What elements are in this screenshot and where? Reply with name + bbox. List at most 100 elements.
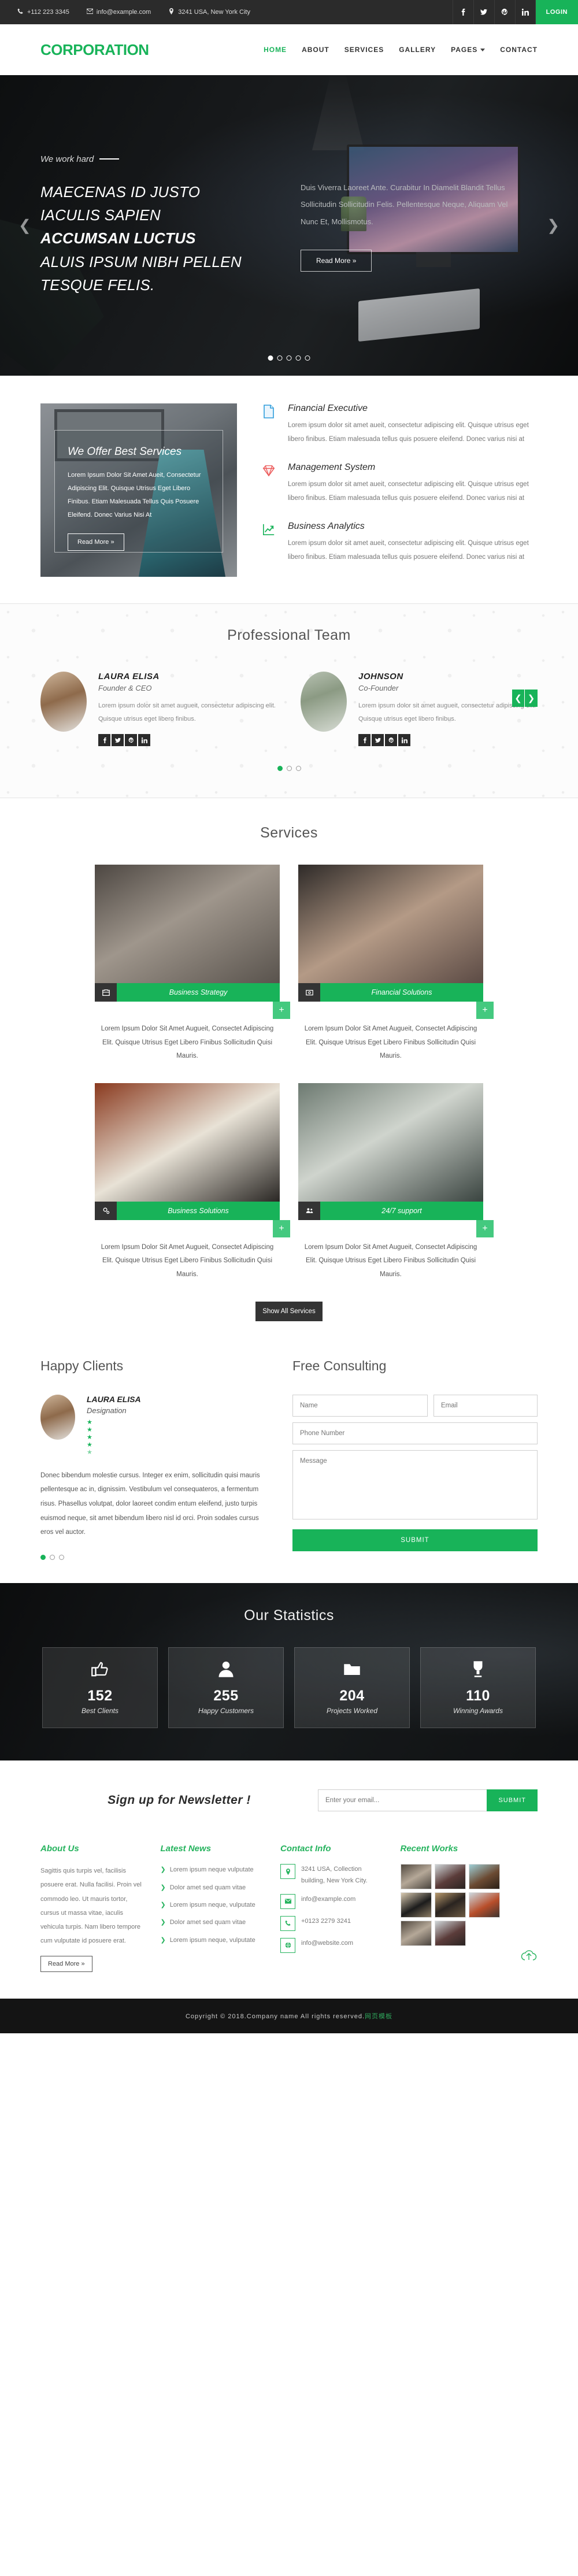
- pinterest-icon[interactable]: [125, 734, 137, 747]
- nav-label: GALLERY: [399, 46, 436, 54]
- recent-work-thumb[interactable]: [400, 1892, 432, 1918]
- footer-contact-email[interactable]: info@example.com: [280, 1893, 386, 1909]
- team-member-card: LAURA ELISA Founder & CEO Lorem ipsum do…: [40, 672, 277, 747]
- service-card-business-strategy[interactable]: Business Strategy + Lorem Ipsum Dolor Si…: [95, 865, 290, 1063]
- nav-item-about[interactable]: ABOUT: [302, 46, 329, 54]
- top-bar: +112 223 3345 info@example.com 3241 USA,…: [0, 0, 578, 24]
- hero-dot-3[interactable]: [286, 355, 292, 361]
- team-prev-button[interactable]: ❮: [512, 690, 525, 707]
- footer-contact-phone[interactable]: +0123 2279 3241: [280, 1915, 386, 1931]
- footer-news-item[interactable]: ❯ Dolor amet sed quam vitae: [161, 1882, 266, 1893]
- recent-work-thumb[interactable]: [468, 1864, 500, 1890]
- twitter-icon[interactable]: [372, 734, 384, 747]
- consulting-submit-button[interactable]: SUBMIT: [292, 1529, 538, 1551]
- services-section-title: Services: [260, 825, 318, 842]
- feature-body: Lorem ipsum dolor sit amet aueit, consec…: [288, 540, 529, 561]
- recent-work-thumb[interactable]: [434, 1921, 466, 1947]
- hero-prev-button[interactable]: ❮: [18, 217, 31, 235]
- testimonial-role: Designation: [87, 1406, 127, 1415]
- consulting-form: SUBMIT: [292, 1394, 538, 1551]
- recent-work-thumb[interactable]: [468, 1892, 500, 1918]
- feature-body: Lorem ipsum dolor sit amet aueit, consec…: [288, 481, 529, 502]
- pinterest-icon[interactable]: [494, 0, 515, 24]
- offer-read-more-button[interactable]: Read More »: [68, 533, 124, 551]
- testimonial-dot-3[interactable]: [59, 1555, 64, 1561]
- offer-title: We Offer Best Services: [68, 446, 182, 458]
- facebook-icon[interactable]: [98, 734, 110, 747]
- statistics-title: Our Statistics: [244, 1607, 334, 1624]
- login-button[interactable]: LOGIN: [535, 0, 578, 24]
- service-card-business-solutions[interactable]: Business Solutions + Lorem Ipsum Dolor S…: [95, 1083, 290, 1282]
- form-row-phone: [292, 1422, 538, 1450]
- recent-work-thumb[interactable]: [400, 1921, 432, 1947]
- hero-dot-5[interactable]: [305, 355, 310, 361]
- hero-next-button[interactable]: ❯: [547, 217, 560, 235]
- nav-item-contact[interactable]: CONTACT: [500, 46, 538, 54]
- footer-news-item[interactable]: ❯ Lorem ipsum neque vulputate: [161, 1864, 266, 1876]
- recent-work-thumb[interactable]: [400, 1864, 432, 1890]
- team-dot-2[interactable]: [286, 766, 292, 772]
- linkedin-icon[interactable]: [514, 0, 536, 24]
- team-members: LAURA ELISA Founder & CEO Lorem ipsum do…: [40, 667, 538, 747]
- testimonial-dot-1[interactable]: [40, 1555, 46, 1561]
- stat-number: 110: [466, 1688, 490, 1704]
- hero-read-more-button[interactable]: Read More »: [301, 249, 372, 272]
- facebook-icon[interactable]: [358, 734, 370, 747]
- footer-read-more-button[interactable]: Read More »: [40, 1956, 92, 1973]
- service-card-24-7-support[interactable]: 24/7 support + Lorem Ipsum Dolor Sit Ame…: [298, 1083, 494, 1282]
- site-logo[interactable]: CORPORATION: [40, 41, 149, 59]
- money-icon: [298, 983, 320, 1002]
- name-input[interactable]: [292, 1394, 428, 1417]
- service-expand-button[interactable]: +: [273, 1220, 290, 1237]
- hero-dot-2[interactable]: [277, 355, 283, 361]
- facebook-icon[interactable]: [452, 0, 473, 24]
- footer-news-label: Lorem ipsum neque vulputate: [169, 1866, 254, 1874]
- service-expand-button[interactable]: +: [273, 1002, 290, 1020]
- linkedin-icon[interactable]: [138, 734, 150, 747]
- feature-body: Lorem ipsum dolor sit amet aueit, consec…: [288, 422, 529, 443]
- topbar-phone[interactable]: +112 223 3345: [17, 8, 69, 16]
- trophy-icon: [469, 1660, 487, 1685]
- hero-dot-1[interactable]: [268, 355, 273, 361]
- service-expand-button[interactable]: +: [476, 1220, 494, 1237]
- twitter-icon[interactable]: [112, 734, 124, 747]
- users-icon: [298, 1201, 320, 1220]
- phone-input[interactable]: [292, 1422, 538, 1444]
- email-input[interactable]: [433, 1394, 538, 1417]
- rating-stars: ★ ★ ★ ★ ★: [87, 1419, 141, 1456]
- footer-contact-website[interactable]: info@website.com: [280, 1937, 386, 1953]
- footer-news-item[interactable]: ❯ Lorem ipsum neque, vulputate: [161, 1934, 266, 1946]
- pinterest-icon[interactable]: [385, 734, 397, 747]
- topbar-address[interactable]: 3241 USA, New York City: [168, 8, 250, 16]
- twitter-icon[interactable]: [473, 0, 494, 24]
- testimonial-dot-2[interactable]: [50, 1555, 55, 1561]
- team-dot-1[interactable]: [277, 766, 283, 772]
- phone-icon: [17, 8, 24, 16]
- footer-news-item[interactable]: ❯ Lorem ipsum neque, vulputate: [161, 1899, 266, 1911]
- service-card-financial-solutions[interactable]: Financial Solutions + Lorem Ipsum Dolor …: [298, 865, 494, 1063]
- linkedin-icon[interactable]: [398, 734, 410, 747]
- testimonial-dots: [40, 1555, 266, 1561]
- happy-clients-title: Happy Clients: [40, 1358, 124, 1373]
- hero-dot-4[interactable]: [295, 355, 301, 361]
- nav-item-home[interactable]: HOME: [264, 46, 287, 54]
- topbar-email[interactable]: info@example.com: [86, 8, 151, 16]
- back-to-top-icon[interactable]: [520, 1947, 538, 1967]
- service-expand-button[interactable]: +: [476, 1002, 494, 1020]
- thumbs-up-icon: [91, 1660, 109, 1685]
- message-textarea[interactable]: [292, 1450, 538, 1519]
- chevron-right-icon: ❯: [160, 1866, 166, 1874]
- nav-item-pages[interactable]: PAGES: [451, 46, 486, 54]
- nav-item-services[interactable]: SERVICES: [344, 46, 384, 54]
- recent-work-thumb[interactable]: [434, 1892, 466, 1918]
- team-dot-3[interactable]: [295, 766, 301, 772]
- newsletter-email-input[interactable]: [318, 1789, 487, 1812]
- show-all-services-button[interactable]: Show All Services: [255, 1301, 323, 1321]
- newsletter-submit-button[interactable]: SUBMIT: [487, 1789, 538, 1812]
- service-body: Lorem Ipsum Dolor Sit Amet Augueit, Cons…: [304, 1025, 477, 1060]
- recent-work-thumb[interactable]: [434, 1864, 466, 1890]
- footer-news-item[interactable]: ❯ Dolor amet sed quam vitae: [161, 1917, 266, 1928]
- nav-item-gallery[interactable]: GALLERY: [399, 46, 436, 54]
- feature-title: Business Analytics: [288, 521, 365, 532]
- team-next-button[interactable]: ❯: [525, 690, 538, 707]
